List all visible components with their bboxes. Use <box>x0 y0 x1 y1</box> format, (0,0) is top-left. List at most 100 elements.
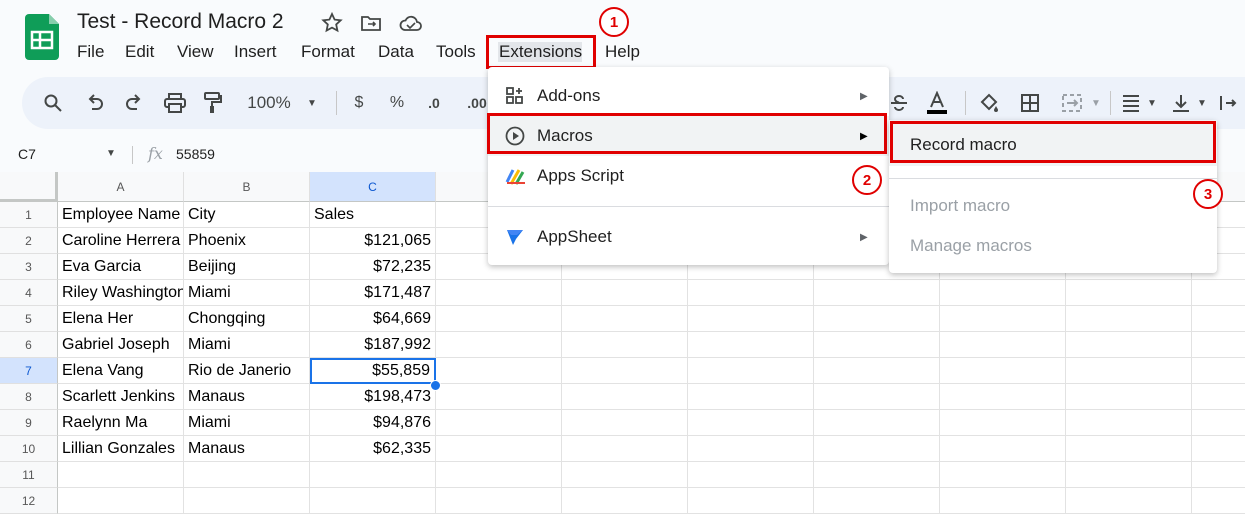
print-icon[interactable] <box>163 92 187 114</box>
cell-a7[interactable]: Elena Vang <box>58 358 184 384</box>
cell-c11[interactable] <box>310 462 436 488</box>
cell[interactable] <box>1192 436 1245 462</box>
sheets-logo-icon[interactable] <box>25 14 59 60</box>
cell[interactable] <box>688 358 814 384</box>
cell-c7[interactable]: $55,859 <box>310 358 436 384</box>
import-macro-item[interactable]: Import macro <box>910 196 1010 216</box>
cell-a12[interactable] <box>58 488 184 514</box>
menu-edit[interactable]: Edit <box>125 42 154 62</box>
align-dropdown-icon[interactable]: ▼ <box>1146 92 1158 114</box>
cell-c1[interactable]: Sales <box>310 202 436 228</box>
horizontal-align-icon[interactable] <box>1120 92 1142 114</box>
vertical-align-icon[interactable] <box>1170 92 1192 114</box>
cell[interactable] <box>1066 410 1192 436</box>
cell[interactable] <box>436 436 562 462</box>
cell[interactable] <box>688 306 814 332</box>
paint-format-icon[interactable] <box>202 92 224 114</box>
cell[interactable] <box>688 462 814 488</box>
cell[interactable] <box>940 384 1066 410</box>
column-header-a[interactable]: A <box>58 172 184 202</box>
name-box-dropdown-icon[interactable]: ▼ <box>106 148 116 159</box>
cell[interactable] <box>688 488 814 514</box>
cell[interactable] <box>940 358 1066 384</box>
cell[interactable] <box>1192 384 1245 410</box>
cell[interactable] <box>562 280 688 306</box>
cell[interactable] <box>1192 488 1245 514</box>
cell[interactable] <box>436 280 562 306</box>
cell[interactable] <box>436 462 562 488</box>
cell[interactable] <box>814 436 940 462</box>
cell[interactable] <box>814 358 940 384</box>
cell[interactable] <box>1192 306 1245 332</box>
cell[interactable] <box>562 488 688 514</box>
cell[interactable] <box>688 410 814 436</box>
row-header-5[interactable]: 5 <box>0 306 58 332</box>
fill-color-icon[interactable] <box>978 92 1000 114</box>
cell[interactable] <box>688 280 814 306</box>
fill-handle[interactable] <box>430 380 441 391</box>
zoom-dropdown-icon[interactable]: ▼ <box>305 92 319 114</box>
cell[interactable] <box>1066 332 1192 358</box>
cell[interactable] <box>1192 332 1245 358</box>
decrease-decimal-button[interactable]: .0 <box>424 92 444 114</box>
row-header-8[interactable]: 8 <box>0 384 58 410</box>
menu-tools[interactable]: Tools <box>436 42 476 62</box>
cell[interactable] <box>940 332 1066 358</box>
cell[interactable] <box>814 488 940 514</box>
cell-a10[interactable]: Lillian Gonzales <box>58 436 184 462</box>
cell-a8[interactable]: Scarlett Jenkins <box>58 384 184 410</box>
row-header-3[interactable]: 3 <box>0 254 58 280</box>
cell-a2[interactable]: Caroline Herrera <box>58 228 184 254</box>
cell[interactable] <box>436 410 562 436</box>
cell[interactable] <box>814 384 940 410</box>
row-header-9[interactable]: 9 <box>0 410 58 436</box>
cell-b8[interactable]: Manaus <box>184 384 310 410</box>
cell-c6[interactable]: $187,992 <box>310 332 436 358</box>
text-wrapping-icon[interactable] <box>1218 92 1238 114</box>
cell[interactable] <box>1192 410 1245 436</box>
cell-b11[interactable] <box>184 462 310 488</box>
cell-b4[interactable]: Miami <box>184 280 310 306</box>
cell[interactable] <box>814 410 940 436</box>
cell[interactable] <box>940 462 1066 488</box>
cell[interactable] <box>1066 384 1192 410</box>
increase-decimal-button[interactable]: .00 <box>464 92 490 114</box>
menu-item-apps-script[interactable]: Apps Script <box>488 156 889 196</box>
cell[interactable] <box>436 384 562 410</box>
cell-b6[interactable]: Miami <box>184 332 310 358</box>
cell-b5[interactable]: Chongqing <box>184 306 310 332</box>
cell[interactable] <box>814 332 940 358</box>
valign-dropdown-icon[interactable]: ▼ <box>1196 92 1208 114</box>
cell[interactable] <box>1066 462 1192 488</box>
merge-cells-icon[interactable] <box>1060 92 1084 114</box>
cell-c10[interactable]: $62,335 <box>310 436 436 462</box>
row-header-2[interactable]: 2 <box>0 228 58 254</box>
menu-insert[interactable]: Insert <box>234 42 277 62</box>
formula-input[interactable]: 55859 <box>176 146 215 162</box>
cell-a1[interactable]: Employee Name <box>58 202 184 228</box>
cell[interactable] <box>562 462 688 488</box>
column-header-c[interactable]: C <box>310 172 436 202</box>
cell-b2[interactable]: Phoenix <box>184 228 310 254</box>
cell[interactable] <box>688 384 814 410</box>
row-header-4[interactable]: 4 <box>0 280 58 306</box>
row-header-1[interactable]: 1 <box>0 202 58 228</box>
cell[interactable] <box>814 462 940 488</box>
cell[interactable] <box>562 332 688 358</box>
cell[interactable] <box>562 436 688 462</box>
cell[interactable] <box>688 436 814 462</box>
cell-c3[interactable]: $72,235 <box>310 254 436 280</box>
menu-format[interactable]: Format <box>301 42 355 62</box>
cell[interactable] <box>436 488 562 514</box>
menu-data[interactable]: Data <box>378 42 414 62</box>
cell-a11[interactable] <box>58 462 184 488</box>
currency-format-button[interactable]: $ <box>350 92 368 114</box>
cloud-saved-icon[interactable] <box>398 11 422 35</box>
select-all-corner[interactable] <box>0 172 58 202</box>
row-header-11[interactable]: 11 <box>0 462 58 488</box>
cell[interactable] <box>940 436 1066 462</box>
row-header-7[interactable]: 7 <box>0 358 58 384</box>
cell-a9[interactable]: Raelynn Ma <box>58 410 184 436</box>
row-header-12[interactable]: 12 <box>0 488 58 514</box>
cell[interactable] <box>1192 358 1245 384</box>
